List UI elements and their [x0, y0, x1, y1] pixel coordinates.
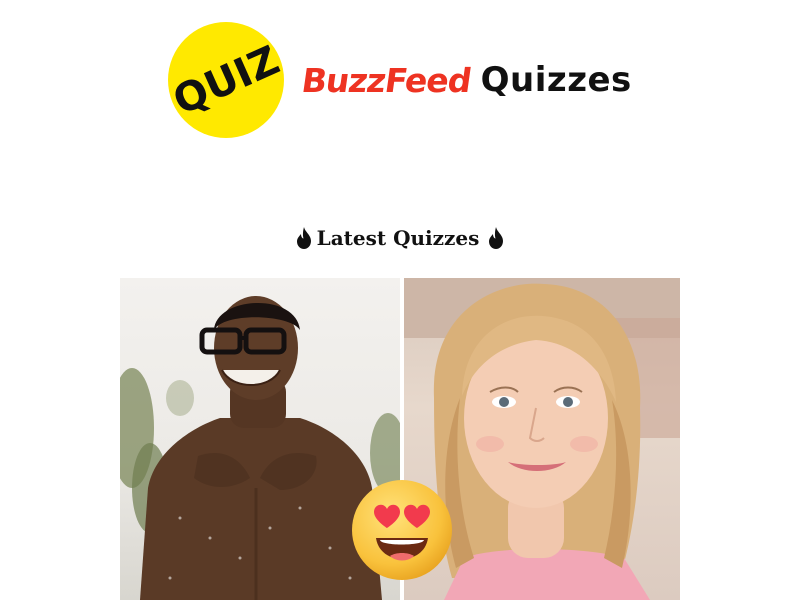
quiz-card[interactable]: [120, 278, 680, 600]
section-title: Latest Quizzes: [316, 226, 480, 250]
quiz-badge-logo[interactable]: QUIZ: [168, 22, 284, 138]
buzzfeed-logo-text: BuzzFeed: [299, 60, 474, 100]
fire-icon: [296, 227, 311, 249]
quizzes-label: Quizzes: [480, 60, 632, 100]
brand-wordmark[interactable]: BuzzFeed Quizzes: [299, 58, 632, 102]
page: QUIZ BuzzFeed Quizzes Latest Quizzes: [0, 0, 800, 600]
heart-eyes-emoji-icon: [352, 480, 452, 580]
fire-icon: [489, 227, 504, 249]
latest-quizzes-heading: Latest Quizzes: [0, 226, 800, 250]
site-header[interactable]: QUIZ BuzzFeed Quizzes: [168, 22, 631, 138]
